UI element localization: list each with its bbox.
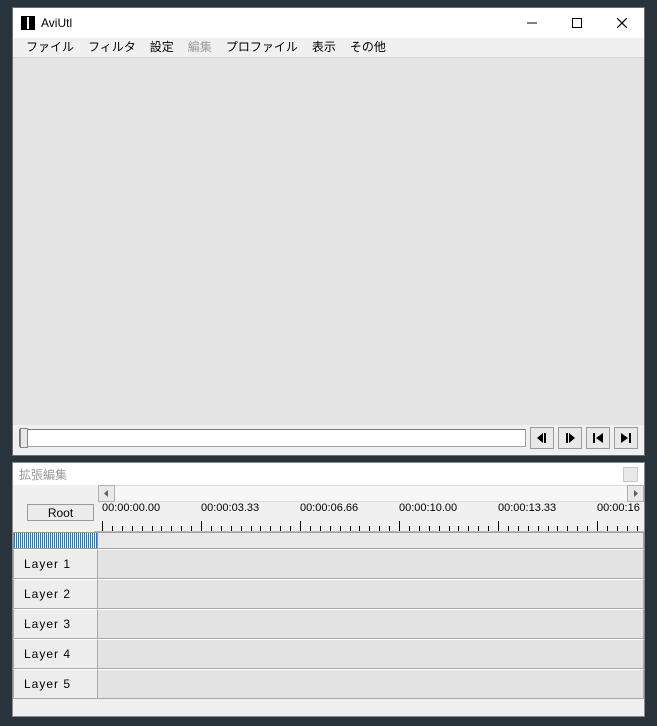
timeline-layers: Layer 1Layer 2Layer 3Layer 4Layer 5	[13, 549, 644, 716]
layer-label[interactable]: Layer 4	[13, 639, 98, 669]
layer-label[interactable]: Layer 3	[13, 609, 98, 639]
timeline-titlebar-button[interactable]	[623, 467, 638, 482]
goto-start-button[interactable]	[586, 427, 610, 449]
time-label: 00:00:00.00	[102, 502, 160, 514]
timeline-thumbnail-row	[13, 532, 644, 549]
menu-編集: 編集	[181, 36, 219, 57]
hscroll-left-arrow[interactable]	[98, 485, 115, 502]
layer-track[interactable]	[98, 639, 644, 669]
playback-controls	[13, 425, 644, 455]
thumbnail-track[interactable]	[98, 532, 644, 549]
seek-thumb[interactable]	[20, 428, 28, 448]
layer-row: Layer 1	[13, 549, 644, 579]
layer-label[interactable]: Layer 1	[13, 549, 98, 579]
titlebar[interactable]: AviUtl	[13, 8, 644, 38]
menubar: ファイルフィルタ設定編集プロファイル表示その他	[13, 38, 644, 58]
hscroll-track[interactable]	[115, 485, 627, 502]
timeline-hscroll[interactable]	[13, 485, 644, 502]
timeline-titlebar[interactable]: 拡張編集	[13, 463, 644, 485]
menu-プロファイル[interactable]: プロファイル	[219, 36, 305, 57]
hscroll-right-arrow[interactable]	[627, 485, 644, 502]
layer-row: Layer 2	[13, 579, 644, 609]
step-forward-button[interactable]	[558, 427, 582, 449]
time-label: 00:00:16	[597, 502, 640, 514]
menu-その他[interactable]: その他	[343, 36, 393, 57]
layer-track[interactable]	[98, 579, 644, 609]
layer-track[interactable]	[98, 609, 644, 639]
layer-row: Layer 3	[13, 609, 644, 639]
preview-area[interactable]	[13, 58, 644, 425]
root-button[interactable]: Root	[27, 504, 94, 521]
seek-slider[interactable]	[19, 429, 526, 447]
layer-track[interactable]	[98, 669, 644, 699]
minimize-button[interactable]	[509, 8, 554, 38]
layer-track[interactable]	[98, 549, 644, 579]
time-label: 00:00:10.00	[399, 502, 457, 514]
timeline-title: 拡張編集	[19, 466, 67, 483]
app-title: AviUtl	[41, 16, 72, 30]
timeline-ruler-scale[interactable]: 00:00:00.00 00:00:03.33 00:00:06.66 00:00:1…	[94, 502, 644, 532]
main-window: AviUtl ファイルフィルタ設定編集プロファイル表示その他	[12, 7, 645, 456]
menu-フィルタ[interactable]: フィルタ	[81, 36, 143, 57]
goto-end-button[interactable]	[614, 427, 638, 449]
maximize-button[interactable]	[554, 8, 599, 38]
close-button[interactable]	[599, 8, 644, 38]
layer-label[interactable]: Layer 2	[13, 579, 98, 609]
layer-label[interactable]: Layer 5	[13, 669, 98, 699]
menu-設定[interactable]: 設定	[143, 36, 181, 57]
time-label: 00:00:03.33	[201, 502, 259, 514]
time-label: 00:00:13.33	[498, 502, 556, 514]
app-icon	[21, 16, 35, 30]
layer-row: Layer 5	[13, 669, 644, 699]
timeline-ruler: Root 00:00:00.0000:00:03.3300:00:06.6600…	[13, 502, 644, 532]
step-back-button[interactable]	[530, 427, 554, 449]
menu-表示[interactable]: 表示	[305, 36, 343, 57]
timeline-window: 拡張編集 Root 00:00:00.00 00:00:03.33 00:00:06…	[12, 462, 645, 717]
time-label: 00:00:06.66	[300, 502, 358, 514]
thumbnail-strip[interactable]	[13, 532, 98, 549]
layer-row: Layer 4	[13, 639, 644, 669]
menu-ファイル[interactable]: ファイル	[19, 36, 81, 57]
